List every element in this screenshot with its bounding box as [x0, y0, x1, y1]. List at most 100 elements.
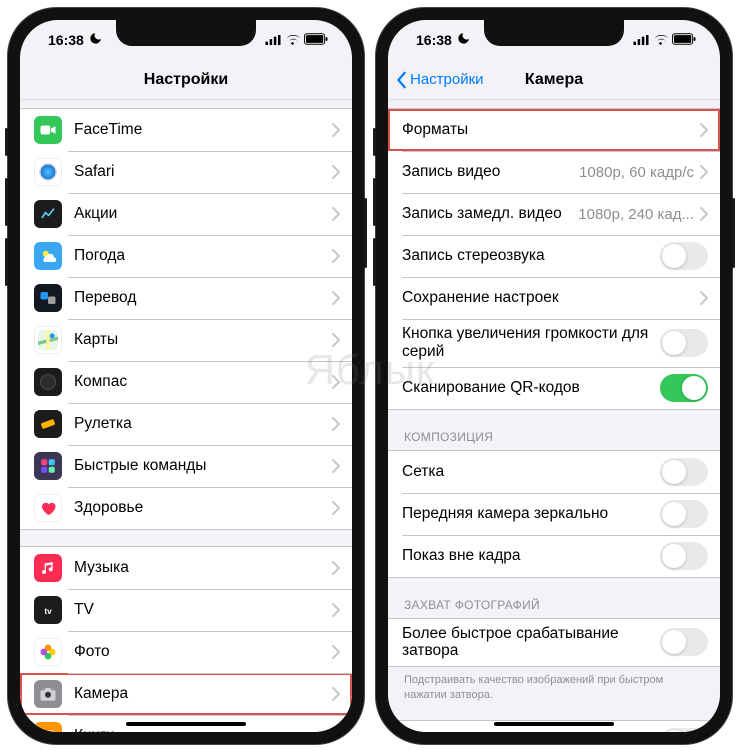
- chevron-right-icon: [332, 729, 340, 732]
- back-label: Настройки: [410, 71, 484, 88]
- settings-row-tv[interactable]: tv TV: [20, 589, 352, 631]
- health-icon: [34, 494, 62, 522]
- camera-row-preserve-settings[interactable]: Сохранение настроек: [388, 277, 720, 319]
- chevron-right-icon: [700, 291, 708, 305]
- settings-content[interactable]: FaceTime Safari Акции Погода Перевод Карты Ком…: [20, 100, 352, 732]
- home-indicator: [494, 722, 614, 726]
- nav-bar: Настройки: [20, 60, 352, 100]
- compass-icon: [34, 368, 62, 396]
- home-indicator: [126, 722, 246, 726]
- row-label: Акции: [74, 205, 332, 223]
- row-label: Книги: [74, 727, 332, 732]
- section-header: ЗАХВАТ ФОТОГРАФИЙ: [388, 594, 720, 618]
- page-title: Настройки: [144, 71, 228, 89]
- nav-bar: Настройки Камера: [388, 60, 720, 100]
- settings-row-stocks[interactable]: Акции: [20, 193, 352, 235]
- toggle-volume-burst[interactable]: [660, 329, 708, 357]
- camera-row-faster-shutter[interactable]: Более быстрое срабатывание затвора: [388, 619, 720, 667]
- row-detail: 1080p, 240 кад...: [578, 206, 694, 223]
- camera-settings-content[interactable]: ФорматыЗапись видео1080p, 60 кадр/сЗапис…: [388, 100, 720, 732]
- tv-icon: tv: [34, 596, 62, 624]
- photos-icon: [34, 638, 62, 666]
- camera-row-grid[interactable]: Сетка: [388, 451, 720, 493]
- chevron-right-icon: [700, 207, 708, 221]
- settings-row-safari[interactable]: Safari: [20, 151, 352, 193]
- row-label: Запись замедл. видео: [402, 205, 578, 223]
- row-label: Передняя камера зеркально: [402, 505, 660, 523]
- chevron-right-icon: [332, 501, 340, 515]
- battery-icon: [672, 32, 696, 48]
- row-label: Показ вне кадра: [402, 547, 660, 565]
- camera-row-scan-qr[interactable]: Сканирование QR-кодов: [388, 367, 720, 409]
- row-label: Быстрые команды: [74, 457, 332, 475]
- camera-row-formats[interactable]: Форматы: [388, 109, 720, 151]
- toggle-view-outside-frame[interactable]: [660, 542, 708, 570]
- chevron-right-icon: [332, 207, 340, 221]
- settings-row-shortcuts[interactable]: Быстрые команды: [20, 445, 352, 487]
- phone-right: 16:38 Настройки Камера ФорматыЗапись вид…: [376, 8, 732, 744]
- dnd-icon: [88, 32, 102, 49]
- chevron-right-icon: [332, 459, 340, 473]
- shortcuts-icon: [34, 452, 62, 480]
- row-label: Сохранение настроек: [402, 289, 700, 307]
- camera-row-mirror-front[interactable]: Передняя камера зеркально: [388, 493, 720, 535]
- settings-row-photos[interactable]: Фото: [20, 631, 352, 673]
- section-header: КОМПОЗИЦИЯ: [388, 426, 720, 450]
- chevron-right-icon: [332, 375, 340, 389]
- cellular-icon: [633, 32, 649, 48]
- chevron-right-icon: [700, 165, 708, 179]
- settings-row-weather[interactable]: Погода: [20, 235, 352, 277]
- row-label: Карты: [74, 331, 332, 349]
- settings-row-music[interactable]: Музыка: [20, 547, 352, 589]
- row-label: Погода: [74, 247, 332, 265]
- row-label: Камера: [74, 685, 332, 703]
- weather-icon: [34, 242, 62, 270]
- wifi-icon: [285, 32, 300, 48]
- section-footer: Подстраивать качество изображений при бы…: [388, 667, 720, 704]
- camera-row-view-outside-frame[interactable]: Показ вне кадра: [388, 535, 720, 577]
- page-title: Камера: [525, 71, 583, 89]
- back-button[interactable]: Настройки: [396, 71, 484, 89]
- chevron-right-icon: [332, 165, 340, 179]
- toggle-mirror-front[interactable]: [660, 500, 708, 528]
- camera-row-volume-burst[interactable]: Кнопка увеличения громкости для серий: [388, 319, 720, 367]
- status-time: 16:38: [48, 32, 84, 48]
- row-detail: 1080p, 60 кадр/с: [579, 164, 694, 181]
- row-label: Рулетка: [74, 415, 332, 433]
- dnd-icon: [456, 32, 470, 49]
- row-label: Кнопка увеличения громкости для серий: [402, 325, 660, 361]
- row-label: Компас: [74, 373, 332, 391]
- chevron-right-icon: [700, 123, 708, 137]
- toggle-faster-shutter[interactable]: [660, 628, 708, 656]
- settings-row-facetime[interactable]: FaceTime: [20, 109, 352, 151]
- camera-row-record-slomo[interactable]: Запись замедл. видео1080p, 240 кад...: [388, 193, 720, 235]
- chevron-right-icon: [332, 123, 340, 137]
- settings-row-measure[interactable]: Рулетка: [20, 403, 352, 445]
- toggle-smart-hdr[interactable]: [660, 728, 708, 732]
- row-label: Запись видео: [402, 163, 579, 181]
- row-label: Более быстрое срабатывание затвора: [402, 625, 660, 661]
- camera-row-record-video[interactable]: Запись видео1080p, 60 кадр/с: [388, 151, 720, 193]
- wifi-icon: [653, 32, 668, 48]
- settings-row-compass[interactable]: Компас: [20, 361, 352, 403]
- toggle-scan-qr[interactable]: [660, 374, 708, 402]
- camera-row-stereo-sound[interactable]: Запись стереозвука: [388, 235, 720, 277]
- toggle-grid[interactable]: [660, 458, 708, 486]
- settings-row-health[interactable]: Здоровье: [20, 487, 352, 529]
- chevron-right-icon: [332, 417, 340, 431]
- settings-row-maps[interactable]: Карты: [20, 319, 352, 361]
- row-label: Фото: [74, 643, 332, 661]
- phone-left: 16:38 Настройки FaceTime Safari Акции Погод…: [8, 8, 364, 744]
- settings-row-camera[interactable]: Камера: [20, 673, 352, 715]
- row-label: Сетка: [402, 463, 660, 481]
- row-label: TV: [74, 601, 332, 619]
- cellular-icon: [265, 32, 281, 48]
- row-label: Safari: [74, 163, 332, 181]
- toggle-stereo-sound[interactable]: [660, 242, 708, 270]
- music-icon: [34, 554, 62, 582]
- camera-icon: [34, 680, 62, 708]
- row-label: Музыка: [74, 559, 332, 577]
- row-label: FaceTime: [74, 121, 332, 139]
- settings-row-translate[interactable]: Перевод: [20, 277, 352, 319]
- books-icon: [34, 722, 62, 732]
